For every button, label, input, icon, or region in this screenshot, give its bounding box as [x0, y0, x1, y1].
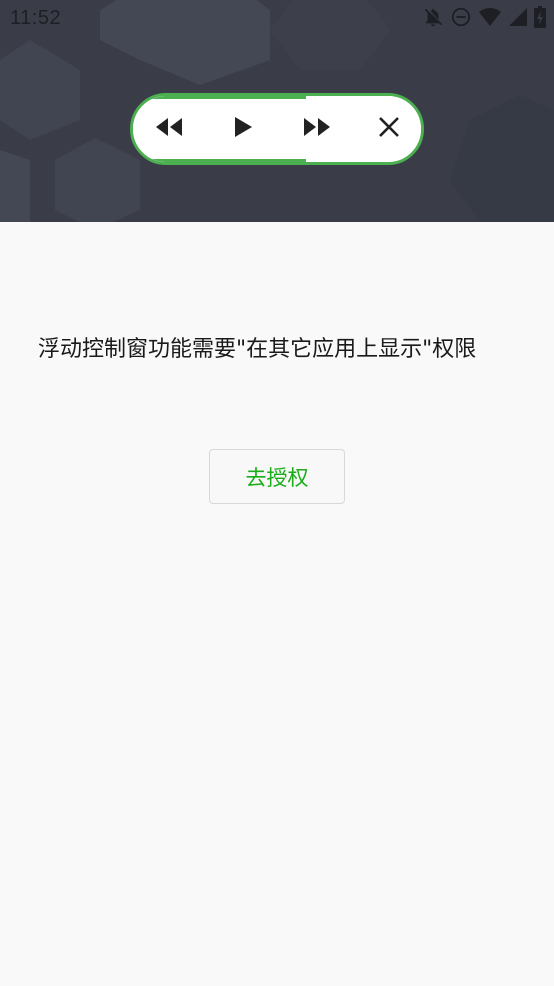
rewind-icon — [154, 116, 184, 142]
header-banner: 11:52 — [0, 0, 554, 222]
fast-forward-button[interactable] — [289, 96, 345, 162]
floating-player[interactable] — [130, 93, 424, 165]
play-button[interactable] — [215, 96, 271, 162]
permission-message: 浮动控制窗功能需要"在其它应用上显示"权限 — [38, 337, 477, 362]
battery-charging-icon — [534, 6, 546, 32]
status-bar: 11:52 — [0, 0, 554, 38]
fast-forward-icon — [302, 116, 332, 142]
cellular-signal-icon — [508, 6, 528, 32]
status-time: 11:52 — [10, 7, 62, 29]
status-icons — [422, 6, 546, 32]
wifi-icon — [478, 6, 502, 32]
grant-permission-button[interactable]: 去授权 — [209, 449, 345, 504]
do-not-disturb-icon — [450, 6, 472, 32]
notifications-off-icon — [422, 6, 444, 32]
play-icon — [232, 115, 254, 143]
rewind-button[interactable] — [141, 96, 197, 162]
close-button[interactable] — [361, 96, 417, 162]
close-icon — [377, 115, 401, 143]
